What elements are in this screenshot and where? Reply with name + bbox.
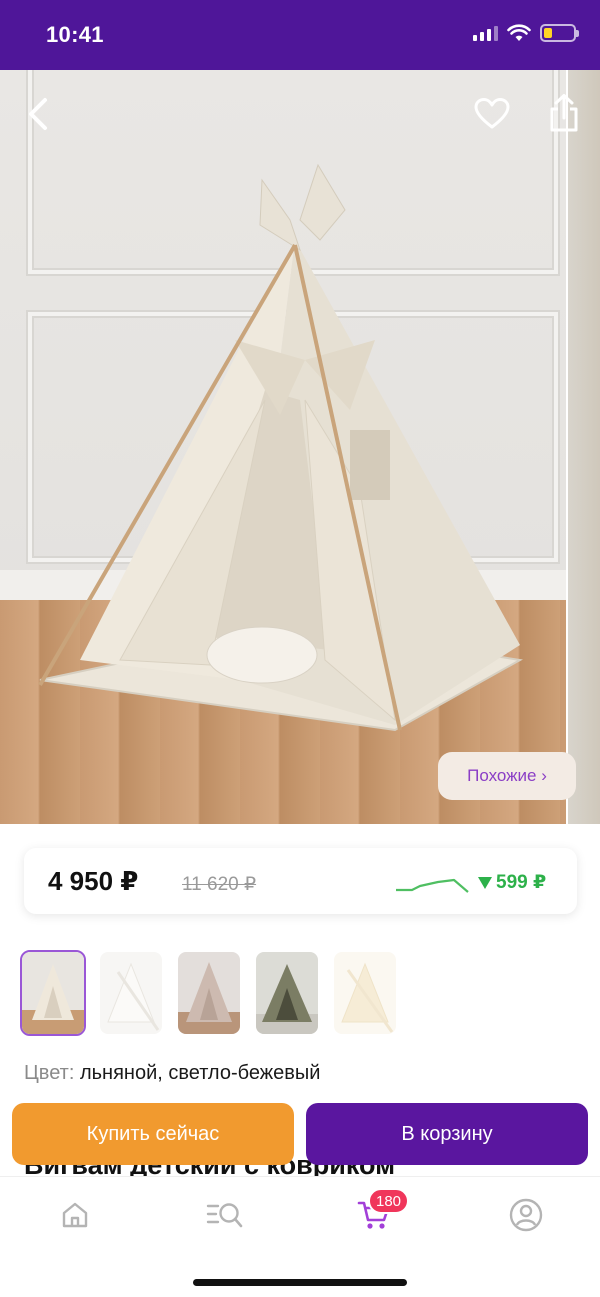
share-icon bbox=[550, 94, 578, 132]
price-history-sparkline bbox=[396, 878, 469, 893]
status-time: 10:41 bbox=[46, 22, 104, 47]
buy-now-button[interactable]: Купить сейчас bbox=[12, 1103, 294, 1165]
cart-badge: 180 bbox=[368, 1188, 410, 1214]
status-bar: 10:41 bbox=[0, 0, 600, 70]
heart-icon bbox=[474, 98, 510, 129]
back-button[interactable] bbox=[18, 92, 58, 136]
profile-icon bbox=[509, 1198, 543, 1232]
catalog-search-icon bbox=[206, 1203, 243, 1228]
tab-home[interactable] bbox=[53, 1193, 97, 1237]
thumbnail-strip bbox=[20, 950, 398, 1036]
cellular-signal-icon bbox=[473, 25, 498, 41]
price-drop-value: 599 ₽ bbox=[496, 872, 547, 893]
similar-products-button[interactable]: Похожие › bbox=[438, 752, 576, 800]
color-label: Цвет: bbox=[24, 1062, 75, 1084]
triangle-down-icon bbox=[478, 876, 492, 889]
tab-profile[interactable] bbox=[504, 1193, 548, 1237]
wifi-icon bbox=[507, 24, 531, 41]
product-image-gallery[interactable]: Похожие › bbox=[0, 70, 600, 824]
thumbnail-2[interactable] bbox=[98, 950, 164, 1036]
price-card[interactable]: 4 950 ₽ 11 620 ₽ 599 ₽ bbox=[24, 848, 577, 914]
similar-label: Похожие › bbox=[467, 766, 547, 785]
price-drop: 599 ₽ bbox=[478, 871, 546, 894]
thumbnail-5[interactable] bbox=[332, 950, 398, 1036]
color-value: льняной, светло-бежевый bbox=[79, 1062, 321, 1084]
battery-icon bbox=[540, 24, 579, 42]
tab-catalog[interactable] bbox=[203, 1193, 247, 1237]
color-info: Цвет: льняной, светло-бежевый bbox=[24, 1062, 320, 1085]
buy-now-label: Купить сейчас bbox=[86, 1122, 220, 1145]
home-icon bbox=[62, 1202, 88, 1228]
chevron-left-icon bbox=[29, 98, 47, 130]
home-indicator bbox=[193, 1279, 407, 1286]
share-button[interactable] bbox=[542, 90, 586, 136]
thumbnail-1[interactable] bbox=[20, 950, 86, 1036]
teepee-tent-image bbox=[38, 163, 524, 732]
add-to-cart-button[interactable]: В корзину bbox=[306, 1103, 588, 1165]
current-price: 4 950 ₽ bbox=[48, 866, 139, 896]
add-to-cart-label: В корзину bbox=[401, 1122, 493, 1145]
status-icons bbox=[473, 24, 579, 42]
old-price: 11 620 ₽ bbox=[182, 874, 257, 895]
thumbnail-4[interactable] bbox=[254, 950, 320, 1036]
favorite-button[interactable] bbox=[470, 92, 514, 136]
battery-level bbox=[544, 28, 553, 38]
thumbnail-3[interactable] bbox=[176, 950, 242, 1036]
